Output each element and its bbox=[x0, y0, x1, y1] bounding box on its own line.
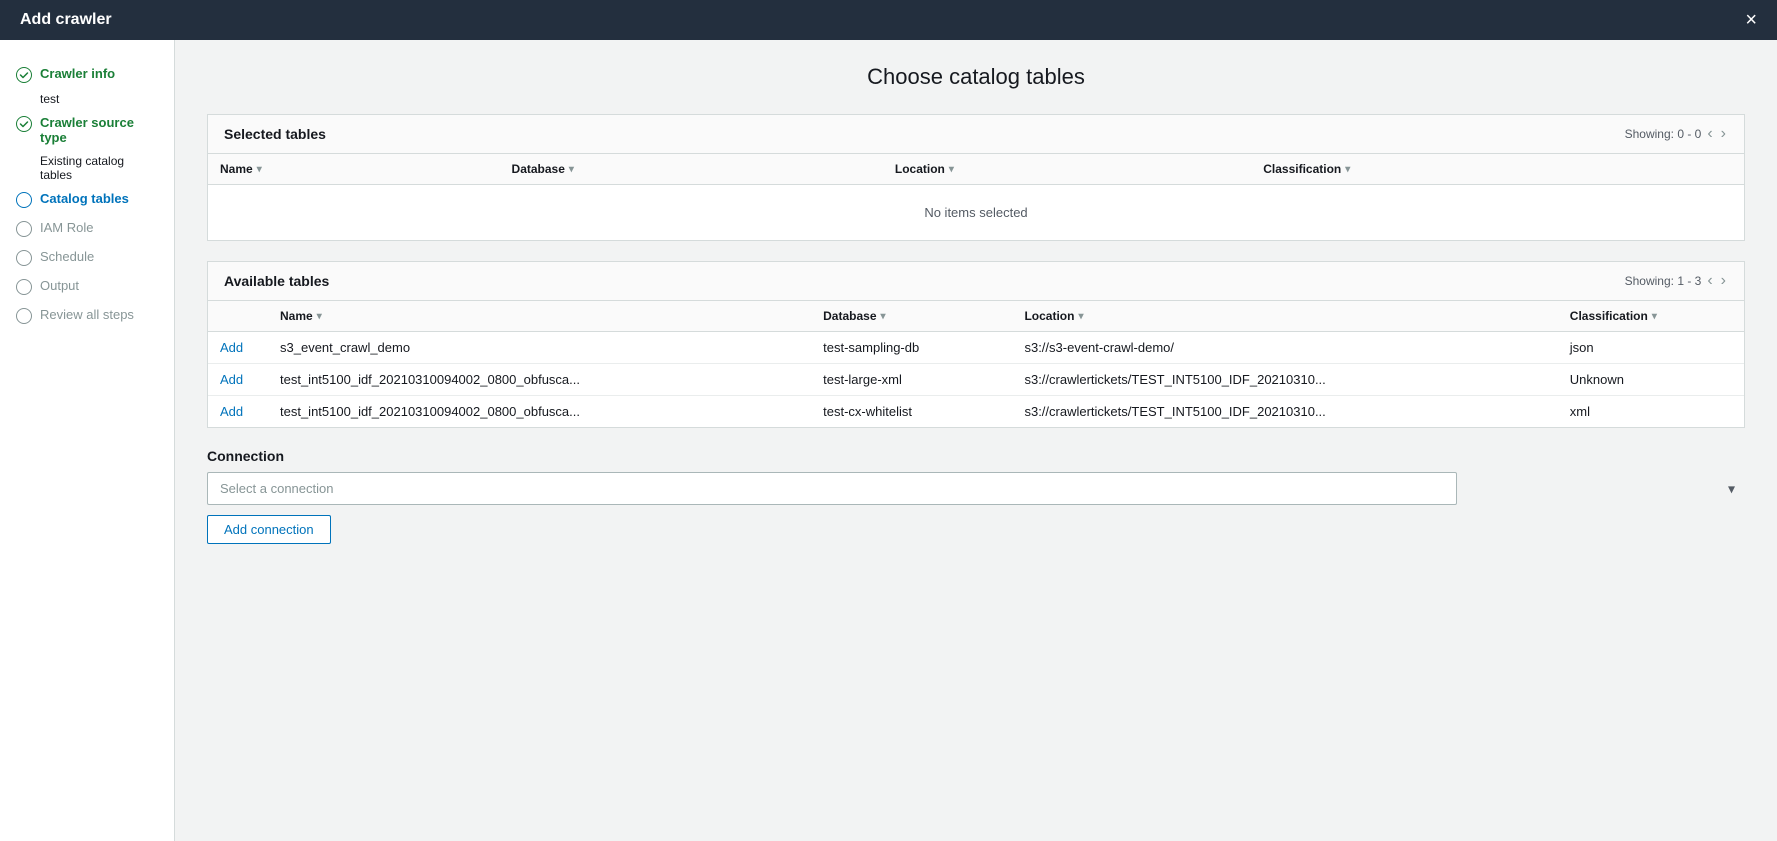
selected-tables-wrapper: Name▾ Database▾ Location▾ Classification… bbox=[208, 154, 1744, 240]
table-cell-location: s3://crawlertickets/TEST_INT5100_IDF_202… bbox=[1012, 364, 1557, 396]
circle-icon-review bbox=[16, 308, 32, 324]
connection-select[interactable]: Select a connection bbox=[207, 472, 1457, 505]
available-tables-prev[interactable]: ‹ bbox=[1705, 272, 1714, 290]
app-header: Add crawler × bbox=[0, 0, 1777, 40]
table-cell-classification: Unknown bbox=[1558, 364, 1744, 396]
selected-tables-section: Selected tables Showing: 0 - 0 ‹ › Name▾… bbox=[207, 114, 1745, 241]
sidebar-label-crawler-source-type: Crawler source type bbox=[40, 115, 158, 145]
available-tables-wrapper: Name▾ Database▾ Location▾ Classification… bbox=[208, 301, 1744, 427]
table-cell-classification: json bbox=[1558, 332, 1744, 364]
selected-col-location: Location▾ bbox=[883, 154, 1251, 185]
page-title: Choose catalog tables bbox=[207, 64, 1745, 90]
selected-col-database: Database▾ bbox=[500, 154, 883, 185]
connection-label: Connection bbox=[207, 448, 1745, 464]
circle-icon-schedule bbox=[16, 250, 32, 266]
sidebar-label-catalog-tables: Catalog tables bbox=[40, 191, 129, 206]
selected-tables-empty-row: No items selected bbox=[208, 185, 1744, 241]
sidebar-item-catalog-tables[interactable]: Catalog tables bbox=[0, 185, 174, 214]
add-connection-button[interactable]: Add connection bbox=[207, 515, 331, 544]
sidebar-item-crawler-info[interactable]: Crawler info bbox=[0, 60, 174, 89]
sidebar-sub-crawler-info: test bbox=[0, 89, 174, 109]
available-tables-table: Name▾ Database▾ Location▾ Classification… bbox=[208, 301, 1744, 427]
available-tables-showing: Showing: 1 - 3 ‹ › bbox=[1625, 272, 1728, 290]
table-cell-database: test-large-xml bbox=[811, 364, 1012, 396]
add-table-link-0[interactable]: Add bbox=[220, 340, 243, 355]
table-cell-name: test_int5100_idf_20210310094002_0800_obf… bbox=[268, 396, 811, 428]
available-tables-next[interactable]: › bbox=[1719, 272, 1728, 290]
table-row: Add test_int5100_idf_20210310094002_0800… bbox=[208, 396, 1744, 428]
available-tables-title: Available tables bbox=[224, 273, 329, 289]
available-col-classification: Classification▾ bbox=[1558, 301, 1744, 332]
sidebar-item-iam-role[interactable]: IAM Role bbox=[0, 214, 174, 243]
available-col-name: Name▾ bbox=[268, 301, 811, 332]
check-icon bbox=[16, 67, 32, 83]
circle-active-icon bbox=[16, 192, 32, 208]
selected-tables-next[interactable]: › bbox=[1719, 125, 1728, 143]
available-col-database: Database▾ bbox=[811, 301, 1012, 332]
sidebar-item-review-all-steps[interactable]: Review all steps bbox=[0, 301, 174, 330]
table-cell-name: test_int5100_idf_20210310094002_0800_obf… bbox=[268, 364, 811, 396]
table-cell-database: test-cx-whitelist bbox=[811, 396, 1012, 428]
close-button[interactable]: × bbox=[1745, 10, 1757, 30]
available-col-location: Location▾ bbox=[1012, 301, 1557, 332]
table-cell-classification: xml bbox=[1558, 396, 1744, 428]
table-cell-name: s3_event_crawl_demo bbox=[268, 332, 811, 364]
sidebar-item-schedule[interactable]: Schedule bbox=[0, 243, 174, 272]
sidebar-label-output: Output bbox=[40, 278, 79, 293]
sidebar-item-output[interactable]: Output bbox=[0, 272, 174, 301]
add-table-link-2[interactable]: Add bbox=[220, 404, 243, 419]
content-area: Choose catalog tables Selected tables Sh… bbox=[175, 40, 1777, 841]
sidebar: Crawler info test Crawler source type Ex… bbox=[0, 40, 175, 841]
available-tables-header: Available tables Showing: 1 - 3 ‹ › bbox=[208, 262, 1744, 301]
selected-col-name: Name▾ bbox=[208, 154, 500, 185]
available-col-action bbox=[208, 301, 268, 332]
selected-tables-showing: Showing: 0 - 0 ‹ › bbox=[1625, 125, 1728, 143]
available-tables-section: Available tables Showing: 1 - 3 ‹ › Name… bbox=[207, 261, 1745, 428]
table-cell-location: s3://s3-event-crawl-demo/ bbox=[1012, 332, 1557, 364]
selected-tables-table: Name▾ Database▾ Location▾ Classification… bbox=[208, 154, 1744, 240]
selected-tables-header: Selected tables Showing: 0 - 0 ‹ › bbox=[208, 115, 1744, 154]
sidebar-item-crawler-source-type[interactable]: Crawler source type bbox=[0, 109, 174, 151]
selected-col-classification: Classification▾ bbox=[1251, 154, 1744, 185]
sidebar-label-iam-role: IAM Role bbox=[40, 220, 93, 235]
selected-tables-empty-message: No items selected bbox=[208, 185, 1744, 241]
main-layout: Crawler info test Crawler source type Ex… bbox=[0, 40, 1777, 841]
add-table-link-1[interactable]: Add bbox=[220, 372, 243, 387]
selected-tables-prev[interactable]: ‹ bbox=[1705, 125, 1714, 143]
table-row: Add test_int5100_idf_20210310094002_0800… bbox=[208, 364, 1744, 396]
check-icon-2 bbox=[16, 116, 32, 132]
selected-tables-title: Selected tables bbox=[224, 126, 326, 142]
circle-icon-iam bbox=[16, 221, 32, 237]
select-dropdown-icon: ▾ bbox=[1728, 480, 1735, 497]
table-cell-database: test-sampling-db bbox=[811, 332, 1012, 364]
table-cell-location: s3://crawlertickets/TEST_INT5100_IDF_202… bbox=[1012, 396, 1557, 428]
app-title: Add crawler bbox=[20, 11, 112, 29]
sidebar-label-review-all-steps: Review all steps bbox=[40, 307, 134, 322]
sidebar-label-crawler-info: Crawler info bbox=[40, 66, 115, 81]
connection-select-wrapper: Select a connection ▾ bbox=[207, 472, 1745, 505]
circle-icon-output bbox=[16, 279, 32, 295]
connection-section: Connection Select a connection ▾ Add con… bbox=[207, 448, 1745, 544]
sidebar-sub-crawler-source-type: Existing catalog tables bbox=[0, 151, 174, 185]
sidebar-label-schedule: Schedule bbox=[40, 249, 94, 264]
table-row: Add s3_event_crawl_demo test-sampling-db… bbox=[208, 332, 1744, 364]
